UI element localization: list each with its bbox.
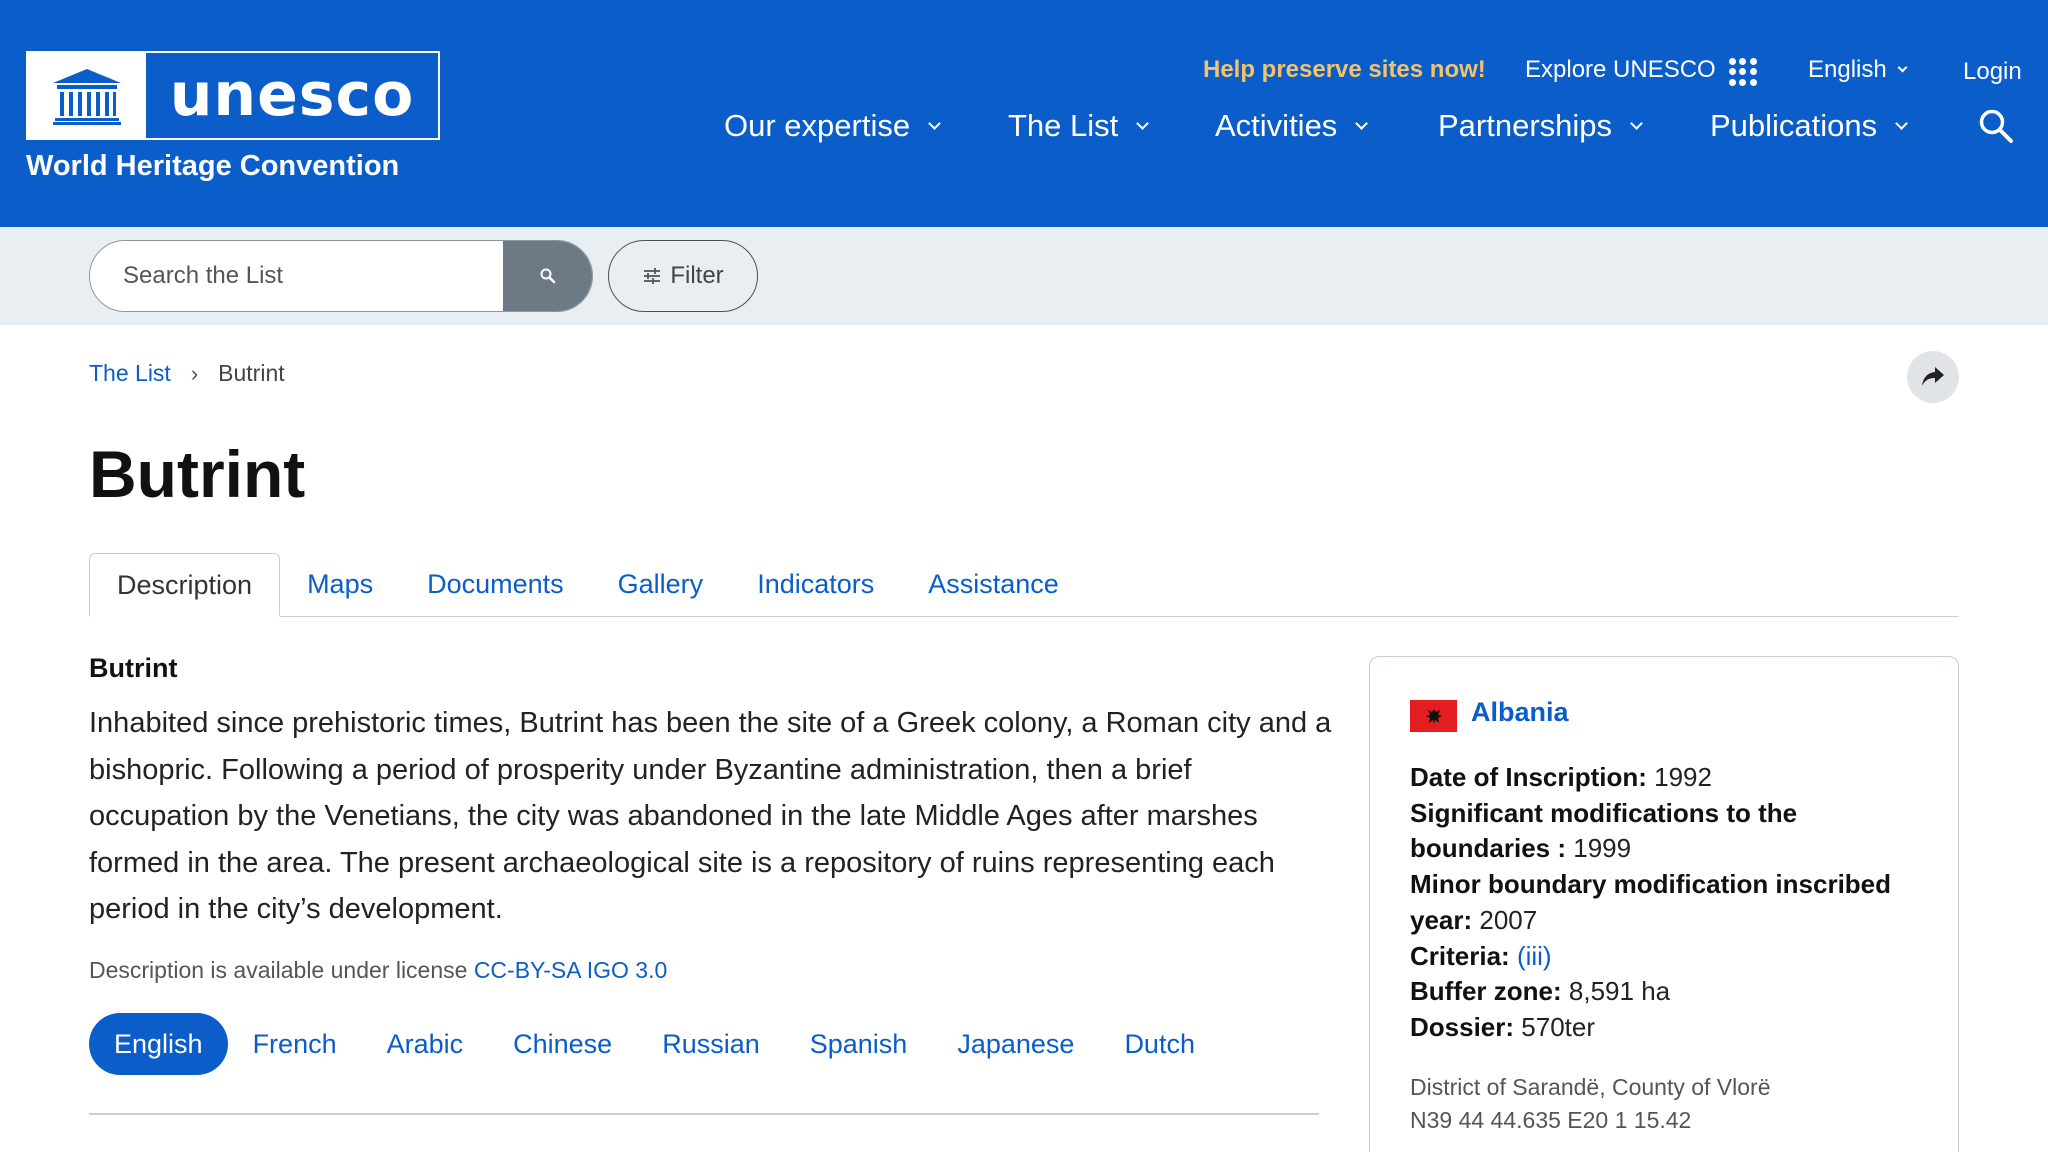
fact-buffer-zone: Buffer zone: 8,591 ha — [1410, 974, 1930, 1010]
coordinates-text: N39 44 44.635 E20 1 15.42 — [1410, 1107, 1692, 1133]
filter-label: Filter — [670, 262, 724, 289]
nav-label: Publications — [1710, 108, 1878, 143]
breadcrumb-the-list[interactable]: The List — [89, 360, 171, 387]
fact-label: Dossier: — [1410, 1011, 1515, 1042]
nav-label: Partnerships — [1438, 108, 1613, 143]
login-link[interactable]: Login — [1963, 58, 2022, 86]
explore-unesco-link[interactable]: Explore UNESCO — [1525, 56, 1716, 84]
tab-gallery[interactable]: Gallery — [591, 553, 731, 616]
license-note: Description is available under license C… — [89, 957, 667, 984]
lang-chinese[interactable]: Chinese — [488, 1013, 637, 1075]
nav-label: Our expertise — [724, 108, 911, 143]
fact-criteria: Criteria: (iii) — [1410, 939, 1930, 975]
tab-bar: Description Maps Documents Gallery Indic… — [89, 553, 1959, 617]
search-icon — [540, 268, 555, 284]
fact-label: Date of Inscription: — [1410, 762, 1647, 792]
fact-minor-modification: Minor boundary modification inscribed ye… — [1410, 867, 1930, 938]
sliders-icon — [644, 268, 661, 284]
nav-activities[interactable]: Activities — [1215, 108, 1369, 144]
filter-button[interactable]: Filter — [608, 240, 758, 312]
fact-significant-modifications: Significant modifications to the boundar… — [1410, 796, 1930, 867]
description-heading: Butrint — [89, 653, 178, 683]
nav-publications[interactable]: Publications — [1710, 108, 1909, 144]
description-language-switcher: English French Arabic Chinese Russian Sp… — [89, 1013, 1220, 1075]
nav-label: Activities — [1215, 108, 1338, 143]
chevron-down-icon — [1630, 116, 1643, 130]
lang-dutch[interactable]: Dutch — [1099, 1013, 1220, 1075]
divider — [89, 1113, 1319, 1115]
lang-arabic[interactable]: Arabic — [362, 1013, 489, 1075]
nav-partnerships[interactable]: Partnerships — [1438, 108, 1643, 144]
site-info-card: Albania Date of Inscription: 1992 Signif… — [1369, 656, 1959, 1152]
apps-grid-icon[interactable] — [1729, 58, 1757, 86]
temple-emblem-icon — [28, 53, 146, 138]
share-button[interactable] — [1907, 351, 1959, 403]
help-preserve-link[interactable]: Help preserve sites now! — [1203, 56, 1486, 84]
license-link[interactable]: CC-BY-SA IGO 3.0 — [474, 957, 667, 983]
fact-value: 2007 — [1479, 904, 1538, 935]
chevron-down-icon — [1895, 116, 1909, 130]
language-selector[interactable]: English — [1808, 56, 1908, 84]
fact-label: Buffer zone: — [1410, 976, 1562, 1007]
lang-english[interactable]: English — [89, 1013, 228, 1075]
chevron-down-icon — [1136, 116, 1150, 130]
chevron-down-icon — [1897, 62, 1908, 72]
site-facts: Date of Inscription: 1992 Significant mo… — [1410, 760, 1930, 1046]
logo-wordmark: unesco — [169, 60, 415, 130]
tab-indicators[interactable]: Indicators — [730, 553, 901, 616]
search-icon[interactable] — [1978, 108, 2014, 149]
tab-maps[interactable]: Maps — [280, 553, 400, 616]
lang-japanese[interactable]: Japanese — [932, 1013, 1099, 1075]
fact-value: 570ter — [1521, 1011, 1596, 1042]
location-text: District of Sarandë, County of Vlorë — [1410, 1074, 1771, 1100]
search-submit-button[interactable] — [503, 241, 592, 311]
fact-inscription: Date of Inscription: 1992 — [1410, 760, 1930, 796]
lang-spanish[interactable]: Spanish — [785, 1013, 933, 1075]
nav-our-expertise[interactable]: Our expertise — [724, 108, 941, 144]
fact-label: Criteria: — [1410, 940, 1510, 971]
unesco-logo[interactable]: unesco — [26, 51, 440, 140]
site-header: unesco World Heritage Convention Help pr… — [0, 0, 2048, 227]
fact-value: 1992 — [1654, 762, 1712, 792]
fact-value: 8,591 ha — [1568, 976, 1671, 1007]
country-link[interactable]: Albania — [1471, 697, 1569, 728]
fact-value: 1999 — [1573, 833, 1632, 864]
site-location: District of Sarandë, County of Vlorë N39… — [1410, 1071, 1771, 1137]
logo-subtitle[interactable]: World Heritage Convention — [26, 150, 399, 183]
lang-french[interactable]: French — [228, 1013, 362, 1075]
search-input[interactable] — [90, 241, 502, 310]
description-text: Inhabited since prehistoric times, Butri… — [89, 707, 1332, 925]
share-arrow-icon — [1922, 367, 1944, 386]
license-prefix: Description is available under license — [89, 957, 468, 983]
chevron-down-icon — [1355, 116, 1369, 130]
search-bar-region: Filter — [0, 227, 2048, 325]
breadcrumb-current: Butrint — [218, 360, 285, 386]
language-selector-label: English — [1808, 56, 1887, 83]
tab-assistance[interactable]: Assistance — [901, 553, 1086, 616]
nav-the-list[interactable]: The List — [1008, 108, 1150, 144]
criteria-link[interactable]: (iii) — [1517, 941, 1552, 971]
search-field — [89, 240, 593, 312]
tab-documents[interactable]: Documents — [400, 553, 591, 616]
chevron-right-icon: › — [190, 360, 199, 386]
lang-russian[interactable]: Russian — [637, 1013, 785, 1075]
albania-flag-icon — [1410, 700, 1457, 732]
chevron-down-icon — [928, 116, 941, 130]
tab-description[interactable]: Description — [89, 553, 281, 617]
fact-dossier: Dossier: 570ter — [1410, 1010, 1930, 1046]
nav-label: The List — [1008, 108, 1119, 143]
page-title: Butrint — [89, 437, 306, 511]
breadcrumb: The List › Butrint — [89, 360, 285, 387]
